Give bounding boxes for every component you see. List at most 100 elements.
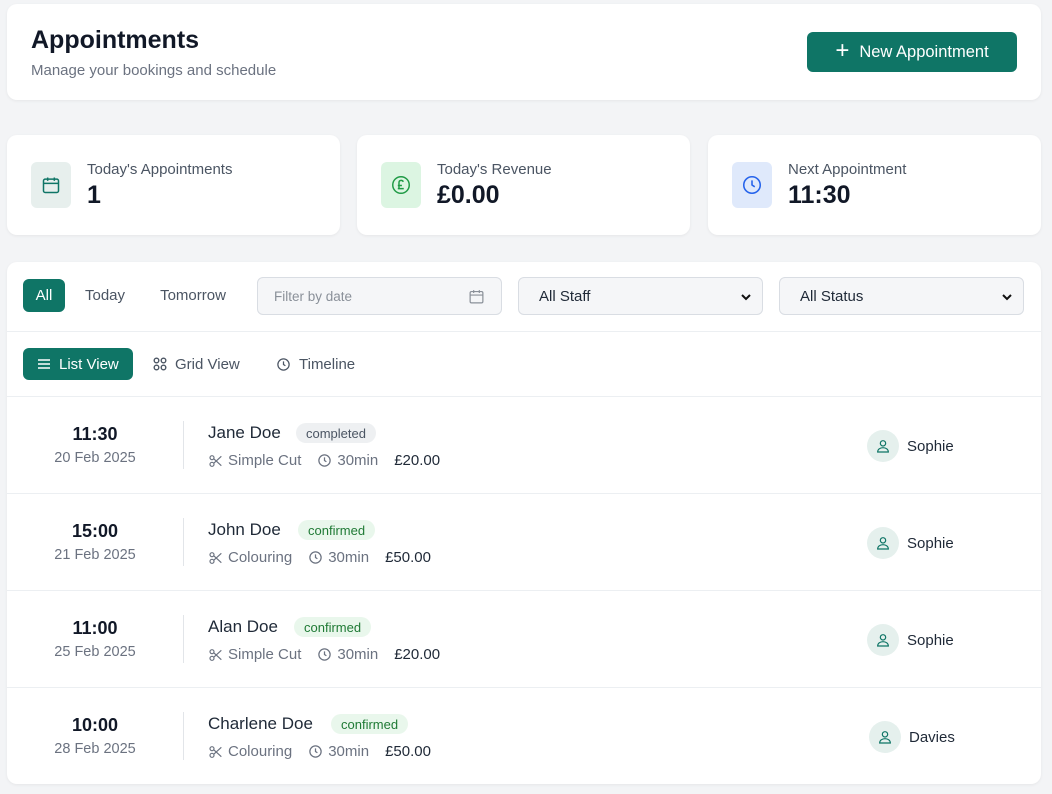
calendar-icon [468,288,485,308]
filter-tomorrow[interactable]: Tomorrow [147,279,239,312]
price: £20.00 [394,452,441,469]
plus-icon: + [835,37,850,64]
appointment-date: 21 Feb 2025 [54,547,136,563]
date-filter-placeholder: Filter by date [274,288,353,304]
stat-value: £0.00 [437,181,500,209]
staff-name: Sophie [907,437,954,455]
grid-view-label: Grid View [175,355,240,373]
grid-icon [153,357,167,371]
divider [183,712,184,760]
appointment-row[interactable]: 10:00 28 Feb 2025 Charlene Doe confirmed… [7,688,1041,784]
client-name: Jane Doe [208,423,281,442]
stat-value: 11:30 [788,181,851,209]
duration-value: 30min [337,646,379,663]
timeline-view-label: Timeline [299,355,356,373]
appointment-time: 10:00 [71,715,119,735]
duration-value: 30min [328,743,370,760]
service: Colouring [208,549,292,566]
staff-select[interactable]: All Staff [518,277,763,315]
service: Simple Cut [208,646,301,663]
page-header: Appointments Manage your bookings and sc… [7,4,1041,100]
stat-card-appointments: Today's Appointments 1 [7,135,340,235]
clock-icon [732,162,772,208]
staff-member: Sophie [867,624,954,656]
calendar-icon [31,162,71,208]
staff-name: Sophie [907,534,954,552]
duration: 30min [308,549,369,566]
staff-name: Davies [909,728,955,746]
scissors-icon [209,648,222,661]
duration: 30min [308,743,369,760]
appointment-date: 25 Feb 2025 [54,644,136,660]
user-icon [879,731,891,744]
clock-icon [277,357,290,371]
clock-icon [318,648,332,661]
avatar [867,624,899,656]
user-icon [877,537,889,550]
avatar [867,527,899,559]
stat-card-revenue: Today's Revenue £0.00 [357,135,690,235]
appointments-panel: All Today Tomorrow Filter by date All St… [7,262,1041,784]
user-icon [877,440,889,453]
appointment-time: 15:00 [71,521,119,541]
appointment-time: 11:30 [72,424,118,444]
staff-select-value: All Staff [539,287,591,305]
status-badge: completed [296,423,376,443]
filter-all[interactable]: All [23,279,65,312]
appointment-time: 11:00 [72,618,118,638]
stat-label: Today's Appointments [87,161,233,178]
clock-icon [309,551,322,564]
appointment-date: 28 Feb 2025 [54,741,136,757]
date-filter-input[interactable]: Filter by date [257,277,502,315]
list-icon [38,359,50,369]
filter-bar: All Today Tomorrow Filter by date All St… [7,262,1041,332]
page-title: Appointments [31,26,200,54]
price: £50.00 [385,549,431,566]
appointment-meta: Simple Cut 30min £20.00 [208,646,440,663]
appointment-row[interactable]: 15:00 21 Feb 2025 John Doe confirmed Col… [7,494,1041,591]
user-icon [877,634,889,647]
divider [183,421,184,469]
pound-icon [381,162,421,208]
status-select-value: All Status [800,287,864,305]
scissors-icon [209,745,222,758]
new-appointment-label: New Appointment [859,42,989,61]
avatar [869,721,901,753]
appointment-meta: Colouring 30min £50.00 [208,743,431,760]
price: £50.00 [385,743,431,760]
appointment-meta: Simple Cut 30min £20.00 [208,452,440,469]
appointment-row[interactable]: 11:30 20 Feb 2025 Jane Doe completed Sim… [7,397,1041,494]
appointment-row[interactable]: 11:00 25 Feb 2025 Alan Doe confirmed Sim… [7,591,1041,688]
service-name: Simple Cut [228,646,302,663]
staff-member: Davies [869,721,955,753]
staff-member: Sophie [867,527,954,559]
grid-view-button[interactable]: Grid View [139,348,254,380]
list-view-button[interactable]: List View [23,348,133,380]
duration: 30min [317,452,378,469]
appointment-date: 20 Feb 2025 [54,450,136,466]
scissors-icon [209,551,222,564]
staff-name: Sophie [907,631,954,649]
status-select[interactable]: All Status [779,277,1024,315]
timeline-view-button[interactable]: Timeline [262,348,369,380]
new-appointment-button[interactable]: + New Appointment [807,32,1017,72]
filter-today[interactable]: Today [73,279,137,312]
clock-icon [318,454,332,467]
list-view-label: List View [59,355,119,373]
chevron-down-icon [740,290,752,307]
status-badge: confirmed [294,617,372,637]
service-name: Simple Cut [228,452,302,469]
scissors-icon [209,454,222,467]
status-badge: confirmed [331,714,409,734]
clock-icon [309,745,322,758]
avatar [867,430,899,462]
client-name: Alan Doe [208,617,278,636]
stat-label: Next Appointment [788,161,907,178]
service: Simple Cut [208,452,301,469]
staff-member: Sophie [867,430,954,462]
duration-value: 30min [328,549,370,566]
service: Colouring [208,743,292,760]
duration: 30min [317,646,378,663]
price: £20.00 [394,646,441,663]
client-name: Charlene Doe [208,714,313,733]
